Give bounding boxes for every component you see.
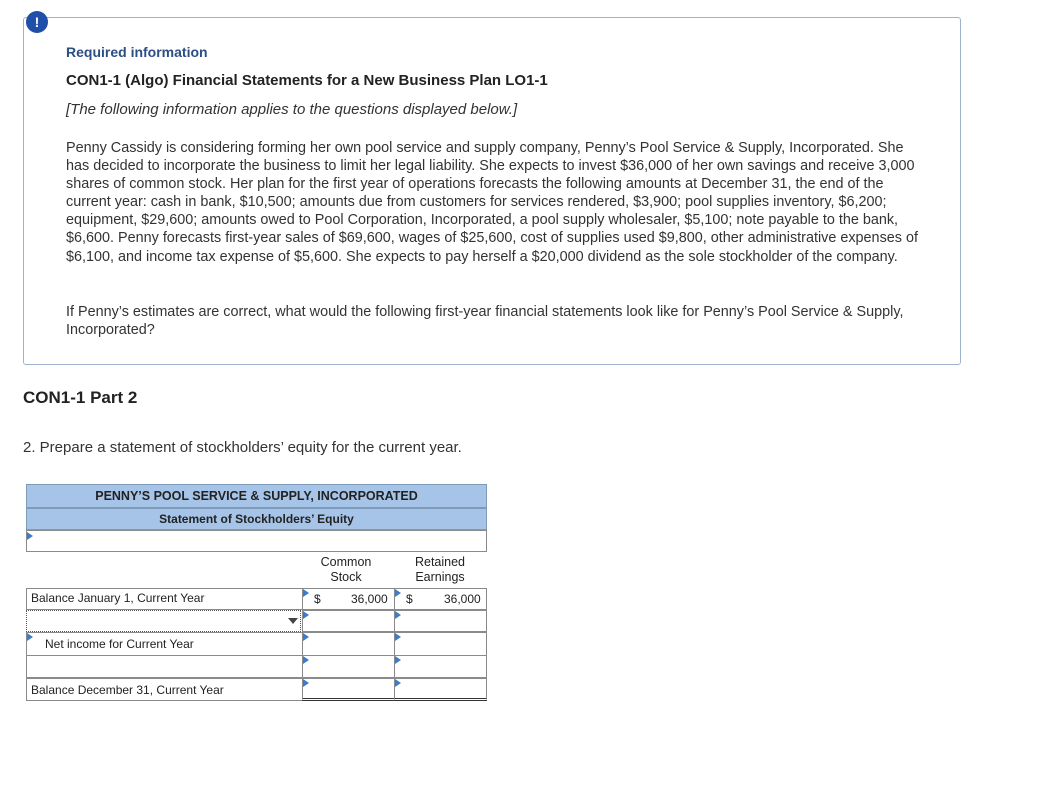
info-note: [The following information applies to th…	[66, 101, 518, 118]
balance-dec-common-stock-input[interactable]	[302, 678, 395, 701]
balance-jan-common-marker-icon	[303, 589, 309, 597]
net-income-retained-earnings-input[interactable]	[394, 632, 487, 656]
statement-name-header: Statement of Stockholders’ Equity	[26, 508, 487, 530]
blank-row-common-stock-input[interactable]	[302, 655, 395, 678]
scenario-question: If Penny’s estimates are correct, what w…	[66, 304, 904, 339]
retained-earnings-header: Retained Earnings	[394, 555, 486, 585]
balance-jan-retained-value: 36,000	[444, 592, 481, 606]
common-stock-header: Common Stock	[302, 555, 390, 585]
balance-jan-common-value: 36,000	[351, 592, 388, 606]
part-title: CON1-1 Part 2	[23, 388, 138, 407]
common-stock-header-line1: Common	[320, 555, 372, 569]
balance-jan-common-currency: $	[314, 592, 321, 606]
alert-icon: !	[26, 11, 48, 33]
equity-item-dropdown[interactable]	[26, 610, 301, 632]
scenario-paragraph: Penny Cassidy is considering forming her…	[66, 140, 918, 265]
question-text: 2. Prepare a statement of stockholders’ …	[23, 439, 462, 456]
common-stock-header-line2: Stock	[330, 570, 362, 584]
net-income-common-stock-input[interactable]	[302, 632, 395, 656]
blank-row-retained-marker-icon	[395, 656, 401, 664]
dropdown-row-retained-earnings-input[interactable]	[394, 610, 487, 632]
blank-row-common-marker-icon	[303, 656, 309, 664]
blank-row-label-input[interactable]	[26, 655, 303, 678]
balance-dec-common-marker-icon	[303, 679, 309, 687]
retained-earnings-header-line2: Earnings	[415, 570, 465, 584]
net-income-label: Net income for Current Year	[45, 637, 194, 651]
net-income-retained-marker-icon	[395, 633, 401, 641]
retained-earnings-header-line1: Retained	[414, 555, 466, 569]
date-input[interactable]	[26, 530, 487, 552]
net-income-row-marker-icon	[27, 633, 33, 641]
balance-jan-retained-currency: $	[406, 592, 413, 606]
chevron-down-icon[interactable]	[288, 618, 298, 624]
balance-dec-label: Balance December 31, Current Year	[31, 683, 224, 697]
dropdown-row-common-marker-icon	[303, 611, 309, 619]
company-name-header: PENNY’S POOL SERVICE & SUPPLY, INCORPORA…	[26, 484, 487, 508]
required-info-label: Required information	[66, 44, 208, 60]
blank-row-retained-earnings-input[interactable]	[394, 655, 487, 678]
date-input-marker-icon	[27, 532, 33, 540]
net-income-common-marker-icon	[303, 633, 309, 641]
dropdown-row-retained-marker-icon	[395, 611, 401, 619]
balance-dec-retained-marker-icon	[395, 679, 401, 687]
problem-title: CON1-1 (Algo) Financial Statements for a…	[66, 72, 548, 89]
balance-jan-retained-marker-icon	[395, 589, 401, 597]
equity-statement-worksheet: PENNY’S POOL SERVICE & SUPPLY, INCORPORA…	[26, 484, 487, 702]
balance-dec-retained-earnings-input[interactable]	[394, 678, 487, 701]
dropdown-row-common-stock-input[interactable]	[302, 610, 395, 632]
balance-jan-label: Balance January 1, Current Year	[31, 591, 205, 605]
